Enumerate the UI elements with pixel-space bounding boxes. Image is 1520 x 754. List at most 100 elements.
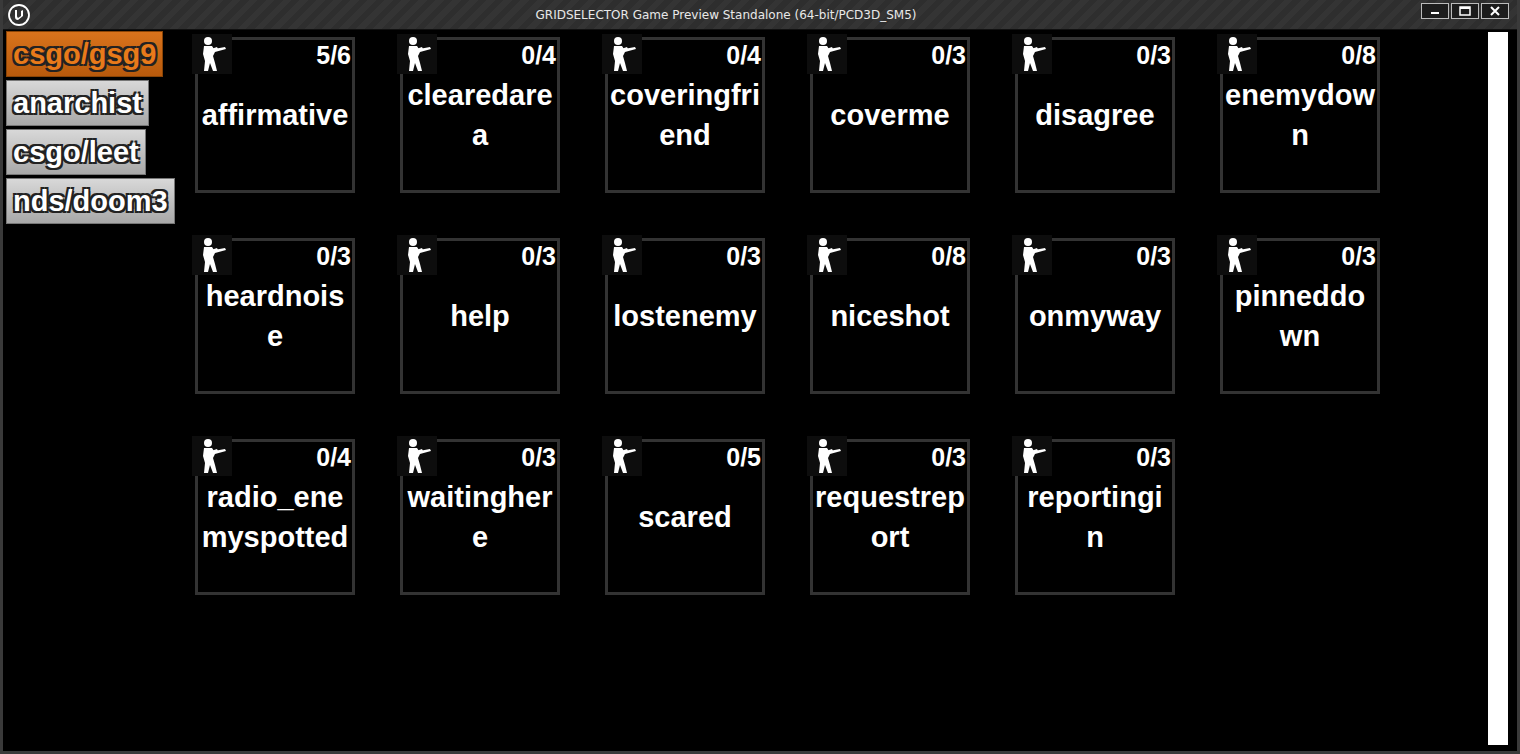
soldier-icon	[1222, 237, 1252, 273]
category-button[interactable]: anarchist	[6, 80, 149, 126]
category-button[interactable]: csgo/leet	[6, 129, 146, 175]
icon-box	[192, 34, 232, 74]
sound-card[interactable]: coverme 0/3	[810, 37, 970, 193]
title-bar: GRIDSELECTOR Game Preview Standalone (64…	[3, 0, 1517, 30]
sound-count: 0/5	[726, 443, 761, 471]
soldier-icon	[402, 237, 432, 273]
icon-box	[807, 34, 847, 74]
soldier-icon	[812, 237, 842, 273]
icon-box	[807, 235, 847, 275]
soldier-icon	[812, 438, 842, 474]
category-button[interactable]: nds/doom3	[6, 178, 175, 224]
sound-count: 0/4	[316, 443, 351, 471]
sound-card[interactable]: radio_enemyspotted 0/4	[195, 439, 355, 595]
maximize-button[interactable]	[1451, 3, 1479, 19]
sound-label: lostenemy	[608, 296, 762, 336]
close-button[interactable]	[1481, 3, 1509, 19]
sound-count: 0/8	[931, 242, 966, 270]
sound-card[interactable]: clearedarea 0/4	[400, 37, 560, 193]
soldier-icon	[1017, 36, 1047, 72]
scrollbar[interactable]	[1488, 32, 1508, 745]
sound-card[interactable]: scared 0/5	[605, 439, 765, 595]
sound-grid: affirmative5/6clearedarea0/4coveringfrie…	[195, 30, 1488, 751]
sound-card[interactable]: waitinghere 0/3	[400, 439, 560, 595]
sound-count: 0/3	[316, 242, 351, 270]
sound-count: 0/3	[521, 242, 556, 270]
soldier-icon	[607, 36, 637, 72]
window-controls	[1421, 3, 1509, 19]
sound-count: 0/3	[1341, 242, 1376, 270]
soldier-icon	[607, 237, 637, 273]
soldier-icon	[402, 36, 432, 72]
soldier-icon	[1222, 36, 1252, 72]
sound-card[interactable]: lostenemy 0/3	[605, 238, 765, 394]
icon-box	[602, 235, 642, 275]
icon-box	[1012, 34, 1052, 74]
sound-count: 0/4	[521, 41, 556, 69]
sound-label: help	[403, 296, 557, 336]
window-title: GRIDSELECTOR Game Preview Standalone (64…	[31, 8, 1421, 22]
close-icon	[1490, 6, 1500, 16]
unreal-logo-icon	[7, 3, 31, 27]
sound-count: 0/3	[1136, 242, 1171, 270]
icon-box	[1012, 436, 1052, 476]
soldier-icon	[197, 237, 227, 273]
sound-count: 0/3	[1136, 41, 1171, 69]
category-list: csgo/gsg9anarchistcsgo/leetnds/doom3	[3, 30, 195, 751]
sound-label: waitinghere	[403, 477, 557, 557]
category-button[interactable]: csgo/gsg9	[6, 31, 163, 77]
sound-label: heardnoise	[198, 276, 352, 356]
sound-label: requestreport	[813, 477, 967, 557]
sound-count: 0/4	[726, 41, 761, 69]
sound-card[interactable]: pinneddown 0/3	[1220, 238, 1380, 394]
sound-label: onmyway	[1018, 296, 1172, 336]
soldier-icon	[607, 438, 637, 474]
soldier-icon	[197, 36, 227, 72]
sound-card[interactable]: enemydown 0/8	[1220, 37, 1380, 193]
icon-box	[1217, 34, 1257, 74]
sound-count: 0/3	[931, 41, 966, 69]
sound-label: pinneddown	[1223, 276, 1377, 356]
sound-count: 5/6	[316, 41, 351, 69]
soldier-icon	[812, 36, 842, 72]
icon-box	[397, 34, 437, 74]
maximize-icon	[1459, 6, 1471, 16]
sound-label: reportingin	[1018, 477, 1172, 557]
icon-box	[1012, 235, 1052, 275]
icon-box	[807, 436, 847, 476]
sound-card[interactable]: niceshot 0/8	[810, 238, 970, 394]
minimize-button[interactable]	[1421, 3, 1449, 19]
sound-label: clearedarea	[403, 75, 557, 155]
sound-count: 0/8	[1341, 41, 1376, 69]
icon-box	[602, 34, 642, 74]
soldier-icon	[1017, 237, 1047, 273]
icon-box	[602, 436, 642, 476]
icon-box	[1217, 235, 1257, 275]
soldier-icon	[402, 438, 432, 474]
sound-count: 0/3	[726, 242, 761, 270]
sound-label: affirmative	[198, 95, 352, 135]
minimize-icon	[1430, 7, 1440, 15]
sound-card[interactable]: requestreport 0/3	[810, 439, 970, 595]
sound-label: radio_enemyspotted	[198, 477, 352, 557]
sound-card[interactable]: reportingin 0/3	[1015, 439, 1175, 595]
sound-count: 0/3	[521, 443, 556, 471]
game-window: GRIDSELECTOR Game Preview Standalone (64…	[0, 0, 1520, 754]
soldier-icon	[197, 438, 227, 474]
sound-label: enemydown	[1223, 75, 1377, 155]
sound-card[interactable]: affirmative 5/6	[195, 37, 355, 193]
sound-label: coverme	[813, 95, 967, 135]
sound-count: 0/3	[1136, 443, 1171, 471]
sound-card[interactable]: coveringfriend 0/4	[605, 37, 765, 193]
sound-card[interactable]: onmyway 0/3	[1015, 238, 1175, 394]
sound-label: niceshot	[813, 296, 967, 336]
sound-card[interactable]: heardnoise 0/3	[195, 238, 355, 394]
game-body: csgo/gsg9anarchistcsgo/leetnds/doom3affi…	[3, 30, 1517, 751]
sound-card[interactable]: disagree0/3	[1015, 37, 1175, 193]
icon-box	[397, 235, 437, 275]
sound-label: scared	[608, 497, 762, 537]
sound-card[interactable]: help 0/3	[400, 238, 560, 394]
soldier-icon	[1017, 438, 1047, 474]
sound-label: coveringfriend	[608, 75, 762, 155]
sound-count: 0/3	[931, 443, 966, 471]
